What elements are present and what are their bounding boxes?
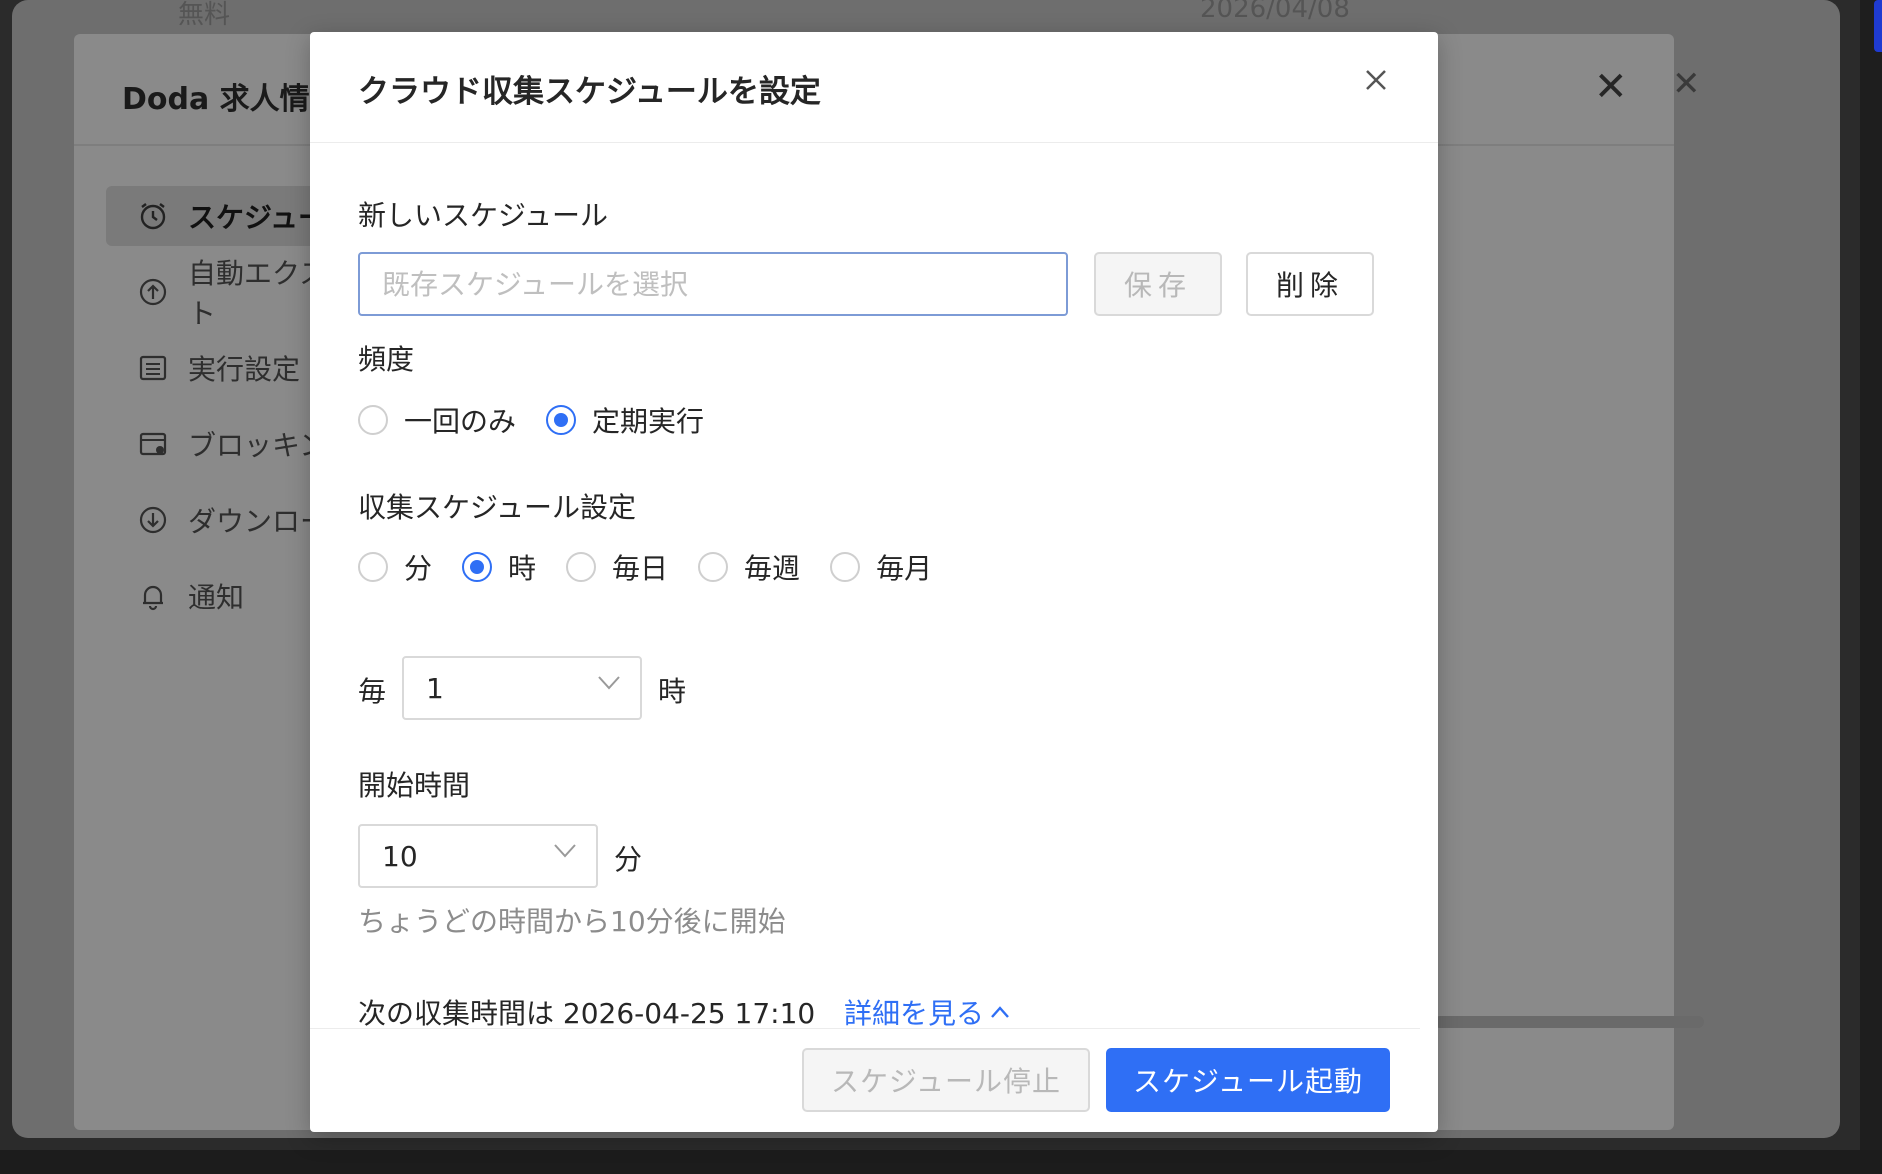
radio-circle[interactable] [546, 405, 577, 435]
radio-label: 毎月 [876, 552, 933, 585]
bg-close-icon[interactable]: ✕ [1672, 64, 1701, 104]
schedule-unit-radio-group: 分 時 毎日 毎週 毎月 [358, 547, 962, 587]
radio-circle[interactable] [698, 552, 729, 582]
radio-weekly[interactable]: 毎週 [698, 547, 800, 587]
bg-bottom-bar [0, 1150, 1882, 1174]
outer-close-icon[interactable]: ✕ [1594, 64, 1628, 110]
frequency-radio-group: 一回のみ 定期実行 [358, 400, 734, 440]
radio-circle[interactable] [566, 552, 597, 582]
schedule-setting-label: 収集スケジュール設定 [358, 491, 637, 524]
outer-scrollbar[interactable] [1434, 1016, 1704, 1028]
radio-monthly[interactable]: 毎月 [830, 547, 932, 587]
footer-divider [310, 1028, 1420, 1029]
interval-select[interactable]: 1 [402, 656, 642, 720]
start-time-suffix: 分 [614, 843, 643, 876]
bell-icon [138, 581, 168, 611]
radio-recurring[interactable]: 定期実行 [546, 400, 704, 440]
alarm-clock-icon [138, 201, 168, 231]
upload-icon [138, 277, 168, 307]
radio-circle[interactable] [358, 405, 388, 435]
start-time-select[interactable]: 10 [358, 824, 598, 888]
radio-label: 一回のみ [404, 405, 517, 438]
start-schedule-button[interactable]: スケジュール起動 [1106, 1048, 1390, 1112]
chevron-down-icon [598, 676, 620, 690]
start-time-label: 開始時間 [358, 769, 471, 802]
outer-dialog-title: Doda 求人情報 [122, 82, 340, 117]
sidebar-item-label: 実行設定 [188, 353, 301, 386]
chevron-down-icon [554, 844, 576, 858]
next-run-text: 次の収集時間は 2026-04-25 17:10 [358, 997, 816, 1030]
radio-label: 毎日 [612, 552, 669, 585]
radio-label: 分 [404, 552, 433, 585]
start-time-hint: ちょうどの時間から10分後に開始 [358, 905, 786, 938]
interval-suffix: 時 [658, 675, 687, 708]
radio-once[interactable]: 一回のみ [358, 400, 516, 440]
radio-daily[interactable]: 毎日 [566, 547, 668, 587]
bg-right-accent [1874, 0, 1882, 52]
frequency-label: 頻度 [358, 343, 415, 376]
schedule-modal: クラウド収集スケジュールを設定 新しいスケジュール 保存 削除 頻度 一回のみ … [310, 32, 1438, 1132]
schedule-select-input[interactable] [358, 252, 1068, 316]
radio-label: 時 [508, 552, 537, 585]
radio-minute[interactable]: 分 [358, 547, 432, 587]
interval-prefix: 毎 [358, 675, 387, 708]
bg-right-strip [1860, 0, 1882, 1174]
sidebar-item-label: 通知 [188, 581, 245, 614]
details-link[interactable]: 詳細を見る [844, 992, 1010, 1032]
radio-hour[interactable]: 時 [462, 547, 536, 587]
browser-block-icon [138, 429, 168, 459]
bg-price-text: 無料 [178, 0, 231, 30]
radio-label: 毎週 [744, 552, 801, 585]
delete-button[interactable]: 削除 [1246, 252, 1374, 316]
list-icon [138, 353, 168, 383]
download-icon [138, 505, 168, 535]
radio-label: 定期実行 [592, 405, 705, 438]
modal-title: クラウド収集スケジュールを設定 [358, 74, 821, 110]
modal-header: クラウド収集スケジュールを設定 [310, 32, 1438, 143]
close-icon[interactable] [1356, 60, 1396, 100]
radio-circle[interactable] [358, 552, 388, 582]
radio-circle[interactable] [462, 552, 493, 582]
chevron-up-icon [991, 1006, 1009, 1018]
stop-schedule-button[interactable]: スケジュール停止 [802, 1048, 1090, 1112]
interval-select-value: 1 [426, 671, 444, 705]
bg-date-text: 2026/04/08 [1200, 0, 1350, 24]
radio-circle[interactable] [830, 552, 861, 582]
save-button[interactable]: 保存 [1094, 252, 1222, 316]
details-link-label: 詳細を見る [844, 997, 985, 1030]
start-time-select-value: 10 [382, 839, 418, 873]
new-schedule-label: 新しいスケジュール [358, 199, 609, 232]
